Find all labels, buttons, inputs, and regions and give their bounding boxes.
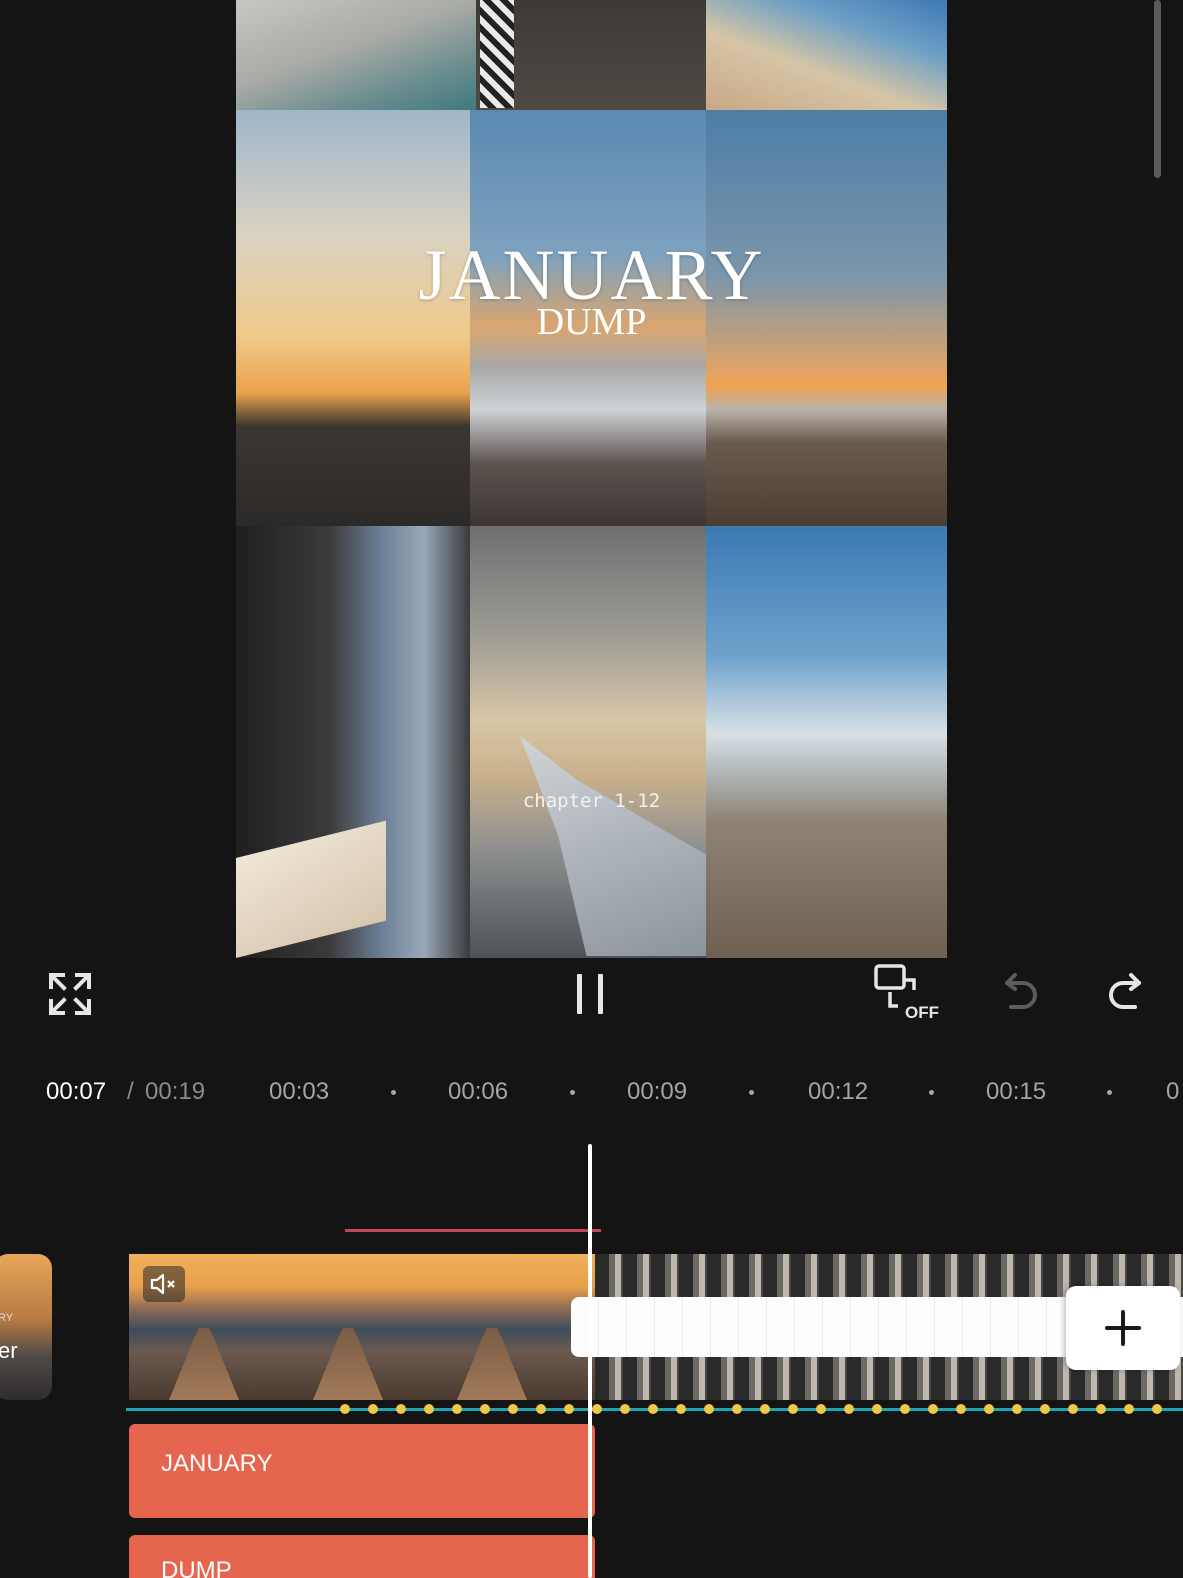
text-track-dump[interactable]: DUMP — [129, 1535, 595, 1578]
keyframe-dot — [984, 1404, 994, 1414]
overlay-subtitle[interactable]: DUMP — [236, 300, 947, 344]
collage-tile — [470, 526, 706, 958]
keyframe-dot — [1124, 1404, 1134, 1414]
keyframe-dot — [368, 1404, 378, 1414]
svg-text:OFF: OFF — [905, 1003, 939, 1022]
keyframe-dot — [424, 1404, 434, 1414]
fullscreen-icon — [49, 973, 91, 1015]
keyframe-dot — [1068, 1404, 1078, 1414]
pause-icon — [569, 974, 611, 1014]
keyframe-dot — [760, 1404, 770, 1414]
keyframe-dot — [564, 1404, 574, 1414]
keyframe-toggle-button[interactable]: OFF — [872, 962, 942, 1024]
collage-tile — [706, 526, 947, 958]
ruler-tick: 00:09 — [627, 1078, 688, 1105]
keyframe-dot — [928, 1404, 938, 1414]
keyframe-dot — [900, 1404, 910, 1414]
text-track-january[interactable]: JANUARY — [129, 1424, 595, 1518]
keyframe-dot — [592, 1404, 602, 1414]
time-separator: / — [127, 1078, 134, 1105]
undo-button[interactable] — [998, 966, 1046, 1018]
keyframe-dot — [620, 1404, 630, 1414]
clip-thumbnail — [417, 1254, 563, 1400]
keyframe-dot — [396, 1404, 406, 1414]
keyframe-dot — [1152, 1404, 1162, 1414]
keyframe-icon: OFF — [874, 964, 939, 1022]
ruler-dot — [1107, 1090, 1112, 1095]
ruler-dot — [391, 1090, 396, 1095]
collage-tile — [236, 0, 476, 110]
keyframe-dot — [648, 1404, 658, 1414]
playhead[interactable] — [588, 1144, 592, 1578]
redo-button[interactable] — [1100, 966, 1148, 1018]
overlay-chapter-text[interactable]: chapter 1-12 — [236, 790, 947, 812]
ruler-dot — [929, 1090, 934, 1095]
keyframe-dot — [1096, 1404, 1106, 1414]
keyframe-dot — [732, 1404, 742, 1414]
keyframe-dot — [872, 1404, 882, 1414]
keyframe-dot — [480, 1404, 490, 1414]
video-preview[interactable]: JANUARY DUMP chapter 1-12 — [236, 0, 947, 958]
collage-tile — [476, 0, 706, 110]
pause-button[interactable] — [566, 968, 614, 1020]
keyframe-dot — [1012, 1404, 1022, 1414]
keyframe-dot — [676, 1404, 686, 1414]
undo-icon — [1005, 973, 1037, 1009]
collage-tile — [236, 526, 470, 958]
redo-icon — [1109, 973, 1141, 1009]
ruler-tick: 00:06 — [448, 1078, 509, 1105]
ruler-tick: 00:03 — [269, 1078, 330, 1105]
keyframe-dot — [340, 1404, 350, 1414]
scrollbar[interactable] — [1154, 0, 1161, 178]
audio-range-line — [345, 1229, 601, 1232]
ruler-tick: 00:15 — [986, 1078, 1047, 1105]
keyframe-dot — [452, 1404, 462, 1414]
keyframe-dot — [508, 1404, 518, 1414]
add-clip-button[interactable] — [1066, 1286, 1180, 1370]
keyframe-dot — [844, 1404, 854, 1414]
fullscreen-button[interactable] — [44, 968, 96, 1020]
ruler-tick: 00:12 — [808, 1078, 869, 1105]
plus-icon — [1105, 1310, 1141, 1346]
keyframe-dot — [816, 1404, 826, 1414]
video-clip[interactable] — [129, 1254, 595, 1400]
keyframe-dot — [788, 1404, 798, 1414]
ruler-tick: 0 — [1166, 1078, 1180, 1105]
ruler-dot — [570, 1090, 575, 1095]
mute-icon — [150, 1273, 175, 1295]
keyframe-dot — [536, 1404, 546, 1414]
ruler-dot — [749, 1090, 754, 1095]
current-time: 00:07 — [46, 1078, 107, 1105]
collage-tile — [706, 0, 947, 110]
total-time: 00:19 — [145, 1078, 206, 1105]
previous-clip[interactable]: RY er — [0, 1254, 52, 1400]
keyframe-dot — [956, 1404, 966, 1414]
keyframe-dot — [704, 1404, 714, 1414]
mute-clip-button[interactable] — [143, 1266, 185, 1302]
clip-thumbnail — [273, 1254, 419, 1400]
keyframe-dot — [1040, 1404, 1050, 1414]
